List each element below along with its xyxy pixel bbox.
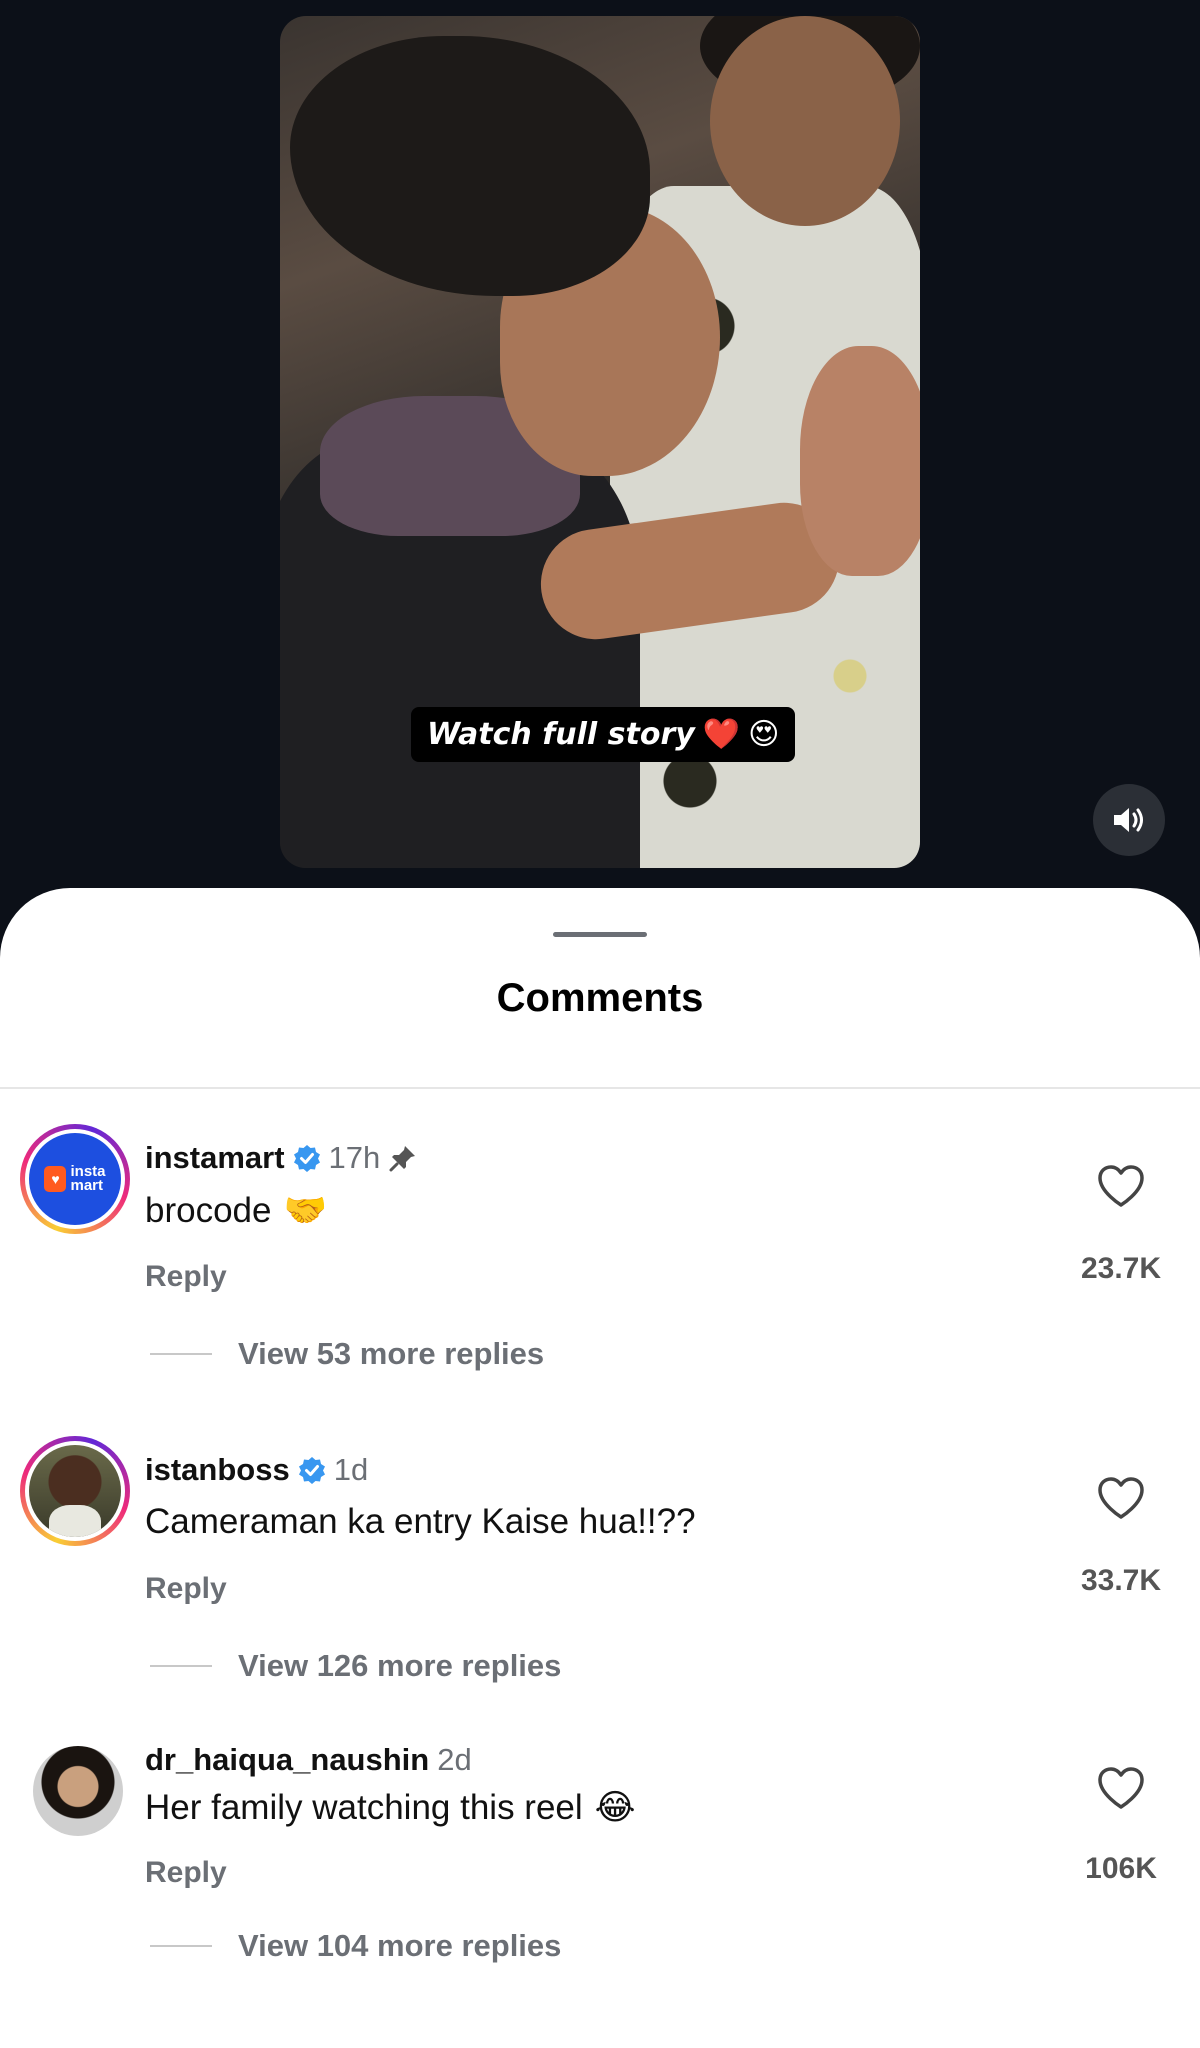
heart-outline-icon [1098,1767,1144,1809]
replies-line [150,1945,212,1947]
avatar-logo-text: insta mart [70,1163,106,1194]
comments-sheet: Comments ♥ insta mart instamart 17h broc… [0,888,1200,2048]
heart-outline-icon [1098,1477,1144,1519]
video-scene-hand [800,346,920,576]
heart-emoji: ❤️ [702,717,741,752]
view-more-replies[interactable]: View 53 more replies [150,1336,544,1372]
story-label: Watch full story [427,717,695,752]
comment-username[interactable]: dr_haiqua_naushin [145,1742,429,1778]
avatar: ♥ insta mart [29,1133,121,1225]
view-more-label: View 126 more replies [238,1648,562,1683]
like-count: 106K [1085,1852,1157,1885]
view-more-replies[interactable]: View 104 more replies [150,1928,561,1964]
heart-outline-icon [1098,1165,1144,1207]
handshake-emoji: 🤝 [283,1191,328,1230]
comment-time: 17h [328,1140,381,1175]
reply-button[interactable]: Reply [145,1572,227,1606]
avatar-story-ring[interactable] [20,1436,130,1546]
view-more-replies[interactable]: View 126 more replies [150,1648,561,1684]
pin-icon [389,1146,416,1172]
replies-line [150,1353,212,1355]
sheet-drag-handle[interactable] [553,932,647,937]
video-scene-face [710,16,900,226]
like-count: 23.7K [1080,1252,1162,1285]
reply-button[interactable]: Reply [145,1856,227,1890]
comment-text: Her family watching this reel [145,1788,583,1827]
sheet-title: Comments [496,976,704,1020]
like-button[interactable] [1076,1164,1166,1213]
comment-text: Cameraman ka entry Kaise hua!!?? [145,1502,696,1541]
verified-badge-icon [293,1145,320,1172]
like-button[interactable] [1076,1476,1166,1525]
like-button[interactable] [1076,1766,1166,1815]
sound-toggle-button[interactable] [1093,784,1165,856]
comment-text: brocode [145,1190,272,1230]
divider [0,1087,1200,1089]
laughing-emoji: 😂 [594,1788,636,1827]
like-count: 33.7K [1080,1564,1162,1597]
view-more-label: View 104 more replies [238,1928,562,1963]
comment-username[interactable]: istanboss [145,1452,290,1488]
view-more-label: View 53 more replies [238,1336,545,1371]
watch-full-story-sticker[interactable]: Watch full story ❤️ 😍 [411,707,796,762]
avatar [29,1445,121,1537]
instamart-logo-icon: ♥ [44,1166,67,1192]
reel-video[interactable]: Watch full story ❤️ 😍 [280,16,920,868]
verified-badge-icon [298,1457,325,1484]
comment-username[interactable]: instamart [145,1140,285,1176]
comment-time: 1d [333,1452,369,1487]
heart-eyes-emoji: 😍 [748,717,780,752]
video-scene-hair [290,36,650,296]
comment-time: 2d [437,1742,472,1777]
speaker-on-icon [1114,808,1143,832]
replies-line [150,1665,212,1667]
reply-button[interactable]: Reply [145,1260,227,1294]
avatar[interactable] [33,1746,123,1836]
avatar-story-ring[interactable]: ♥ insta mart [20,1124,130,1234]
